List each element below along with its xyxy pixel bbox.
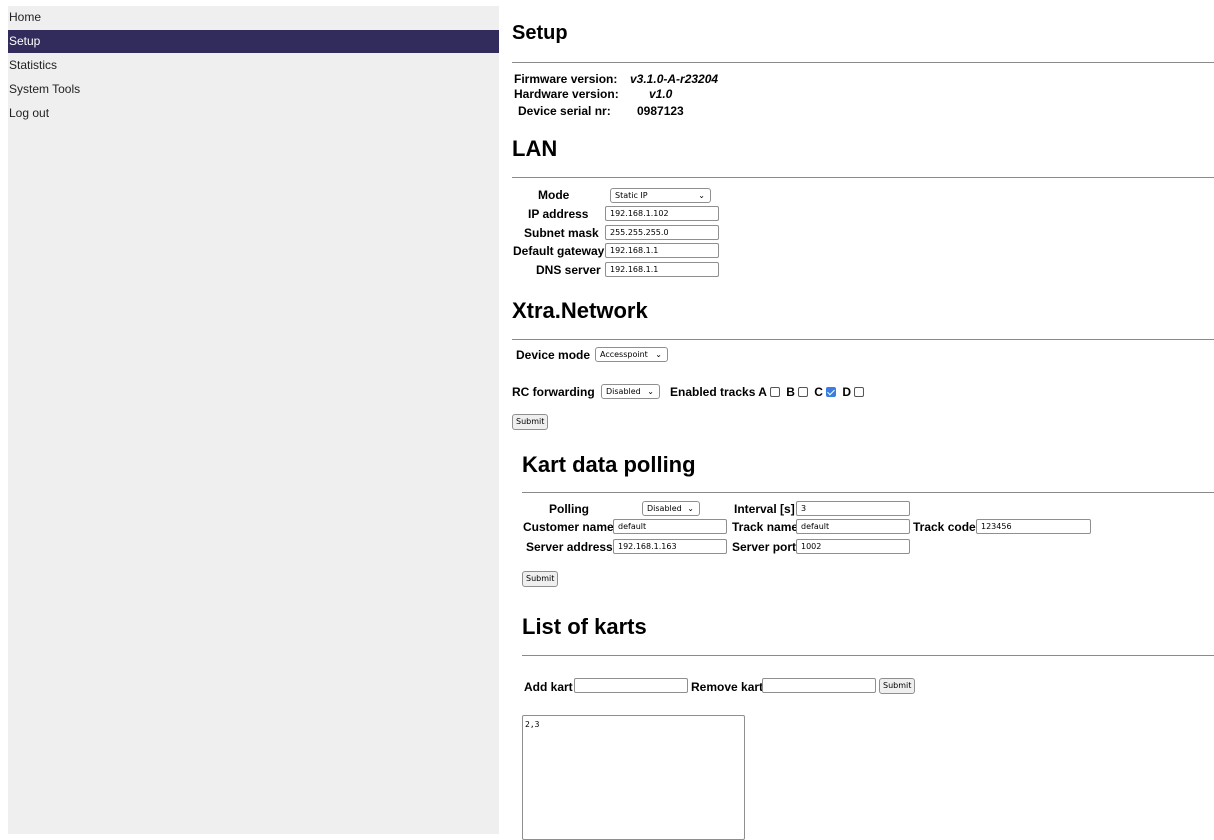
- add-kart-input[interactable]: [574, 678, 688, 693]
- track-b-label: B: [786, 385, 795, 399]
- serial-value: 0987123: [637, 104, 684, 118]
- server-address-input[interactable]: 192.168.1.163: [613, 539, 727, 554]
- kart-polling-heading: Kart data polling: [522, 452, 696, 477]
- rc-forwarding-label: RC forwarding: [512, 385, 595, 399]
- sidebar-item-log-out[interactable]: Log out: [8, 102, 499, 125]
- subnet-input[interactable]: 255.255.255.0: [605, 225, 719, 240]
- divider: [522, 655, 1214, 656]
- main-content: Setup Firmware version: v3.1.0-A-r23204 …: [512, 0, 1214, 840]
- enabled-tracks-label: Enabled tracks: [670, 385, 756, 399]
- kart-submit-button[interactable]: Submit: [522, 571, 559, 587]
- device-mode-select-value: Accesspoint: [600, 350, 648, 359]
- chevron-down-icon: ⌄: [687, 504, 694, 513]
- hardware-value: v1.0: [649, 87, 673, 101]
- mode-label: Mode: [538, 188, 570, 202]
- polling-label: Polling: [549, 502, 589, 516]
- firmware-value: v3.1.0-A-r23204: [630, 72, 719, 86]
- sidebar-item-system-tools[interactable]: System Tools: [8, 78, 499, 101]
- server-address-label: Server address: [526, 540, 613, 554]
- serial-label: Device serial nr:: [518, 104, 611, 118]
- customer-name-label: Customer name: [523, 520, 614, 534]
- track-c-label: C: [814, 385, 823, 399]
- xtra-heading: Xtra.Network: [512, 298, 648, 323]
- divider: [512, 177, 1214, 178]
- rc-forwarding-select[interactable]: Disabled ⌄: [601, 384, 660, 399]
- track-d-checkbox[interactable]: [853, 387, 864, 397]
- interval-label: Interval [s]: [734, 502, 795, 516]
- add-kart-label: Add kart: [524, 680, 573, 694]
- subnet-label: Subnet mask: [524, 226, 599, 240]
- polling-select-value: Disabled: [647, 504, 682, 513]
- ip-address-input[interactable]: 192.168.1.102: [605, 206, 719, 221]
- xtra-submit-button[interactable]: Submit: [512, 414, 549, 430]
- chevron-down-icon: ⌄: [647, 387, 654, 396]
- sidebar-item-home[interactable]: Home: [8, 6, 499, 29]
- sidebar-item-setup[interactable]: Setup: [8, 30, 499, 53]
- lan-heading: LAN: [512, 136, 558, 161]
- track-b-checkbox[interactable]: [797, 387, 808, 397]
- page-title: Setup: [512, 22, 568, 44]
- firmware-label: Firmware version:: [514, 72, 618, 86]
- gateway-label: Default gateway: [513, 244, 605, 258]
- divider: [522, 492, 1214, 493]
- ip-label: IP address: [528, 207, 589, 221]
- track-name-input[interactable]: default: [796, 519, 910, 534]
- interval-input[interactable]: 3: [796, 501, 910, 516]
- track-d-label: D: [842, 385, 851, 399]
- karts-submit-button[interactable]: Submit: [879, 678, 916, 694]
- list-of-karts-heading: List of karts: [522, 614, 647, 639]
- track-a-label: A: [758, 385, 767, 399]
- sidebar-nav: Home Setup Statistics System Tools Log o…: [8, 6, 499, 834]
- track-c-checkbox[interactable]: [825, 387, 836, 397]
- chevron-down-icon: ⌄: [655, 350, 662, 359]
- polling-select[interactable]: Disabled ⌄: [642, 501, 700, 516]
- device-mode-select[interactable]: Accesspoint ⌄: [595, 347, 668, 362]
- hardware-label: Hardware version:: [514, 87, 619, 101]
- server-port-input[interactable]: 1002: [796, 539, 910, 554]
- divider: [512, 339, 1214, 340]
- remove-kart-input[interactable]: [762, 678, 876, 693]
- track-code-input[interactable]: 123456: [976, 519, 1091, 534]
- chevron-down-icon: ⌄: [698, 191, 705, 200]
- device-mode-label: Device mode: [516, 348, 591, 362]
- remove-kart-label: Remove kart: [691, 680, 764, 694]
- gateway-input[interactable]: 192.168.1.1: [605, 243, 719, 258]
- divider: [512, 62, 1214, 63]
- kart-list-textarea[interactable]: 2,3: [522, 715, 745, 840]
- track-a-checkbox[interactable]: [769, 387, 780, 397]
- enabled-tracks-group: Enabled tracks A B C D: [670, 385, 867, 399]
- customer-name-input[interactable]: default: [613, 519, 727, 534]
- track-code-label: Track code: [913, 520, 976, 534]
- sidebar-item-statistics[interactable]: Statistics: [8, 54, 499, 77]
- mode-select[interactable]: Static IP ⌄: [610, 188, 711, 203]
- dns-label: DNS server: [536, 263, 601, 277]
- dns-input[interactable]: 192.168.1.1: [605, 262, 719, 277]
- mode-select-value: Static IP: [615, 191, 648, 200]
- rc-forwarding-select-value: Disabled: [606, 387, 641, 396]
- track-name-label: Track name: [732, 520, 799, 534]
- server-port-label: Server port: [732, 540, 797, 554]
